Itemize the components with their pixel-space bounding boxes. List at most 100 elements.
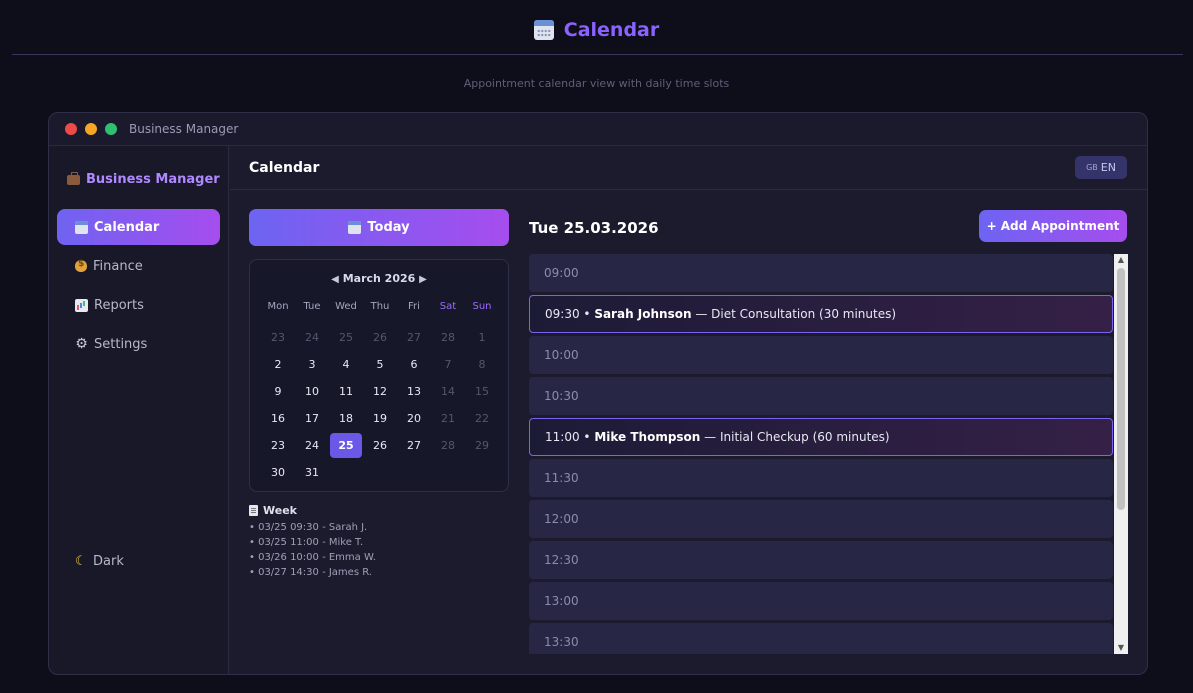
day-cell[interactable]: 23 (261, 432, 295, 459)
sidebar: Business Manager Calendar Finance Report… (49, 146, 229, 674)
close-window-button[interactable] (65, 123, 77, 135)
day-cell[interactable]: 7 (431, 351, 465, 378)
day-cell[interactable]: 27 (397, 432, 431, 459)
day-cell[interactable]: 24 (295, 324, 329, 351)
sidebar-item-calendar[interactable]: Calendar (57, 209, 220, 245)
time-slot[interactable]: 13:30 (529, 623, 1113, 654)
brand-label: Business Manager (86, 172, 220, 187)
day-cell[interactable]: 25 (329, 324, 363, 351)
language-button[interactable]: GB EN (1075, 156, 1127, 179)
week-item: • 03/25 11:00 - Mike T. (249, 537, 364, 548)
sidebar-item-reports[interactable]: Reports (57, 287, 220, 323)
prev-month-button[interactable]: ◀ (331, 274, 339, 285)
day-cell[interactable]: 3 (295, 351, 329, 378)
day-cell[interactable]: 18 (329, 405, 363, 432)
today-button[interactable]: Today (249, 209, 509, 246)
day-cell[interactable]: 29 (465, 432, 499, 459)
today-label: Today (367, 220, 410, 235)
weekday-header: Sat (439, 301, 457, 312)
day-cell[interactable]: 19 (363, 405, 397, 432)
time-slot[interactable]: 09:00 (529, 254, 1113, 292)
sidebar-item-finance[interactable]: Finance (57, 248, 220, 284)
calendar-icon (75, 220, 88, 234)
day-cell[interactable]: 28 (431, 432, 465, 459)
day-cell[interactable]: 25 (330, 433, 362, 458)
minimize-window-button[interactable] (85, 123, 97, 135)
appointment-slot[interactable]: 11:00 • Mike Thompson — Initial Checkup … (529, 418, 1113, 456)
day-cell[interactable]: 21 (431, 405, 465, 432)
week-title-label: Week (263, 504, 297, 517)
scroll-down-arrow[interactable]: ▼ (1114, 642, 1128, 654)
sidebar-item-label: Reports (94, 297, 144, 313)
empty-day-cell (465, 459, 499, 486)
main-content: Calendar GB EN Today ◀ March 2026 ▶ Mon T… (230, 146, 1147, 674)
time-slot[interactable]: 10:00 (529, 336, 1113, 374)
day-cell[interactable]: 1 (465, 324, 499, 351)
client-name: Mike Thompson (594, 430, 701, 444)
add-appointment-button[interactable]: + Add Appointment (979, 210, 1127, 242)
plus-icon: + (986, 219, 997, 233)
day-cell[interactable]: 28 (431, 324, 465, 351)
day-cell[interactable]: 8 (465, 351, 499, 378)
slot-time: 12:00 (544, 512, 579, 526)
day-cell[interactable]: 13 (397, 378, 431, 405)
slot-time: 11:30 (544, 471, 579, 485)
mini-calendar: ◀ March 2026 ▶ Mon Tue Wed Thu Fri Sat Sun 23 24… (249, 259, 509, 492)
day-cell[interactable]: 26 (363, 432, 397, 459)
slot-time: 10:30 (544, 389, 579, 403)
time-slot[interactable]: 13:00 (529, 582, 1113, 620)
time-slot-list: 09:00 09:30 • Sarah Johnson — Diet Consul… (529, 254, 1113, 654)
week-item: • 03/27 14:30 - James R. (249, 567, 372, 578)
day-cell[interactable]: 6 (397, 351, 431, 378)
scroll-up-arrow[interactable]: ▲ (1114, 254, 1128, 266)
page-header: Calendar (0, 0, 1193, 60)
sidebar-item-settings[interactable]: ⚙ Settings (57, 326, 220, 362)
page-title: Calendar (563, 19, 660, 41)
day-cell[interactable]: 24 (295, 432, 329, 459)
day-cell[interactable]: 2 (261, 351, 295, 378)
day-cell[interactable]: 20 (397, 405, 431, 432)
day-cell[interactable]: 12 (363, 378, 397, 405)
next-month-button[interactable]: ▶ (419, 274, 427, 285)
app-window: Business Manager Business Manager Calend… (48, 112, 1148, 675)
day-cell[interactable]: 4 (329, 351, 363, 378)
calendar-icon (348, 221, 362, 234)
weekday-header: Fri (408, 301, 420, 312)
day-cell[interactable]: 22 (465, 405, 499, 432)
time-slot[interactable]: 10:30 (529, 377, 1113, 415)
day-cell[interactable]: 16 (261, 405, 295, 432)
day-cell[interactable]: 17 (295, 405, 329, 432)
bullet-separator: • (579, 307, 595, 321)
main-title: Calendar (249, 159, 320, 176)
day-cell[interactable]: 11 (329, 378, 363, 405)
mini-calendar-grid: Mon Tue Wed Thu Fri Sat Sun 23 24 25 26 27 28 1 2 3 4 5 6 7… (261, 297, 499, 486)
maximize-window-button[interactable] (105, 123, 117, 135)
language-label: EN (1100, 161, 1116, 174)
theme-toggle[interactable]: ☾ Dark (75, 554, 124, 569)
weekday-header: Thu (370, 301, 390, 312)
day-cell[interactable]: 26 (363, 324, 397, 351)
scrollbar[interactable]: ▲ ▼ (1114, 254, 1128, 654)
weekday-header: Tue (303, 301, 321, 312)
day-cell[interactable]: 30 (261, 459, 295, 486)
scrollbar-thumb[interactable] (1117, 268, 1125, 510)
day-cell[interactable]: 23 (261, 324, 295, 351)
empty-day-cell (329, 459, 363, 486)
day-cell[interactable]: 31 (295, 459, 329, 486)
day-cell[interactable]: 27 (397, 324, 431, 351)
appointment-slot[interactable]: 09:30 • Sarah Johnson — Diet Consultatio… (529, 295, 1113, 333)
day-cell[interactable]: 5 (363, 351, 397, 378)
time-slot[interactable]: 12:00 (529, 500, 1113, 538)
sidebar-nav: Calendar Finance Reports ⚙ Settings (57, 209, 220, 365)
day-cell[interactable]: 14 (431, 378, 465, 405)
weekday-header: Mon (267, 301, 289, 312)
page-subtitle: Appointment calendar view with daily tim… (463, 77, 730, 90)
time-slot[interactable]: 12:30 (529, 541, 1113, 579)
day-cell[interactable]: 10 (295, 378, 329, 405)
day-cell[interactable]: 9 (261, 378, 295, 405)
main-header: Calendar GB EN (230, 146, 1147, 190)
day-cell[interactable]: 15 (465, 378, 499, 405)
month-label: March 2026 (342, 272, 416, 285)
time-slot[interactable]: 11:30 (529, 459, 1113, 497)
slot-time: 13:30 (544, 635, 579, 649)
